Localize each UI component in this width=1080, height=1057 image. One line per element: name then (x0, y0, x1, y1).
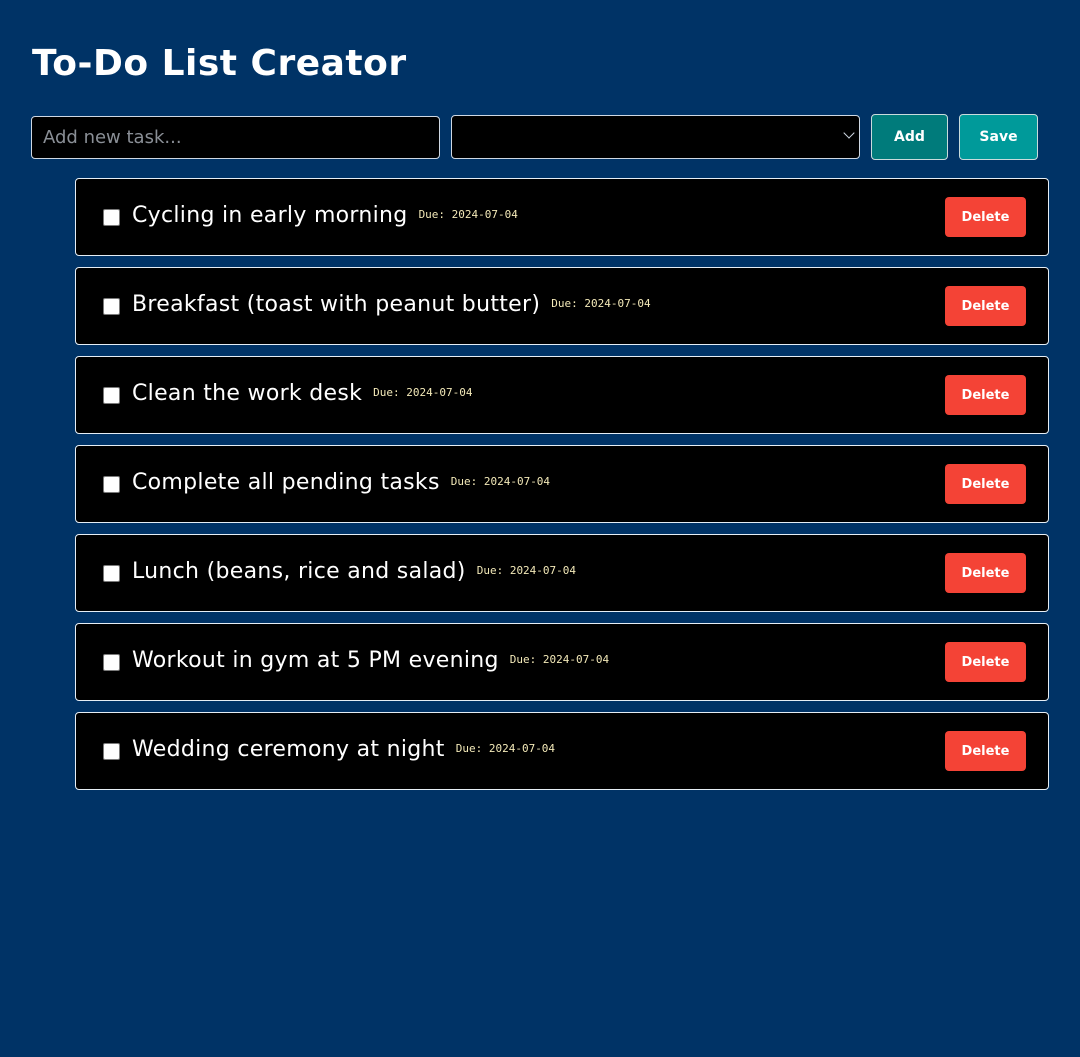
delete-button[interactable]: Delete (945, 375, 1026, 415)
task-item: Breakfast (toast with peanut butter) Due… (75, 267, 1049, 345)
chevron-down-icon (843, 127, 855, 139)
task-label: Lunch (beans, rice and salad) (132, 559, 466, 584)
task-text: Workout in gym at 5 PM evening Due: 2024… (132, 648, 609, 673)
task-checkbox[interactable] (103, 209, 120, 226)
task-list: Cycling in early morning Due: 2024-07-04… (75, 178, 1049, 801)
due-date-select[interactable] (451, 115, 860, 159)
task-due-date: Due: 2024-07-04 (509, 653, 610, 666)
delete-button[interactable]: Delete (945, 553, 1026, 593)
task-checkbox[interactable] (103, 387, 120, 404)
task-label: Complete all pending tasks (132, 470, 440, 495)
task-due-date: Due: 2024-07-04 (373, 386, 473, 399)
task-label: Wedding ceremony at night (132, 737, 445, 762)
task-label: Clean the work desk (132, 381, 363, 406)
task-text: Clean the work desk Due: 2024-07-04 (132, 381, 473, 406)
page-title: To-Do List Creator (32, 43, 407, 84)
task-item: Cycling in early morning Due: 2024-07-04… (75, 178, 1049, 256)
task-checkbox[interactable] (103, 743, 120, 760)
task-label: Workout in gym at 5 PM evening (132, 648, 499, 673)
task-label: Breakfast (toast with peanut butter) (132, 292, 541, 317)
task-due-date: Due: 2024-07-04 (418, 208, 518, 221)
task-item: Workout in gym at 5 PM evening Due: 2024… (75, 623, 1049, 701)
task-item: Complete all pending tasks Due: 2024-07-… (75, 445, 1049, 523)
save-button[interactable]: Save (959, 114, 1038, 160)
task-checkbox[interactable] (103, 565, 120, 582)
task-text: Complete all pending tasks Due: 2024-07-… (132, 470, 550, 495)
task-text: Breakfast (toast with peanut butter) Due… (132, 292, 651, 317)
task-checkbox[interactable] (103, 298, 120, 315)
delete-button[interactable]: Delete (945, 642, 1026, 682)
task-item: Clean the work desk Due: 2024-07-04 Dele… (75, 356, 1049, 434)
task-due-date: Due: 2024-07-04 (455, 742, 556, 755)
task-text: Wedding ceremony at night Due: 2024-07-0… (132, 737, 555, 762)
task-text: Lunch (beans, rice and salad) Due: 2024-… (132, 559, 576, 584)
add-button[interactable]: Add (871, 114, 948, 160)
delete-button[interactable]: Delete (945, 286, 1026, 326)
task-due-date: Due: 2024-07-04 (476, 564, 577, 577)
task-item: Lunch (beans, rice and salad) Due: 2024-… (75, 534, 1049, 612)
task-label: Cycling in early morning (132, 203, 408, 228)
task-due-date: Due: 2024-07-04 (551, 297, 651, 310)
delete-button[interactable]: Delete (945, 197, 1026, 237)
task-due-date: Due: 2024-07-04 (450, 475, 551, 488)
task-checkbox[interactable] (103, 654, 120, 671)
task-text: Cycling in early morning Due: 2024-07-04 (132, 203, 518, 228)
delete-button[interactable]: Delete (945, 464, 1026, 504)
task-checkbox[interactable] (103, 476, 120, 493)
delete-button[interactable]: Delete (945, 731, 1026, 771)
new-task-input[interactable] (31, 116, 440, 159)
task-item: Wedding ceremony at night Due: 2024-07-0… (75, 712, 1049, 790)
